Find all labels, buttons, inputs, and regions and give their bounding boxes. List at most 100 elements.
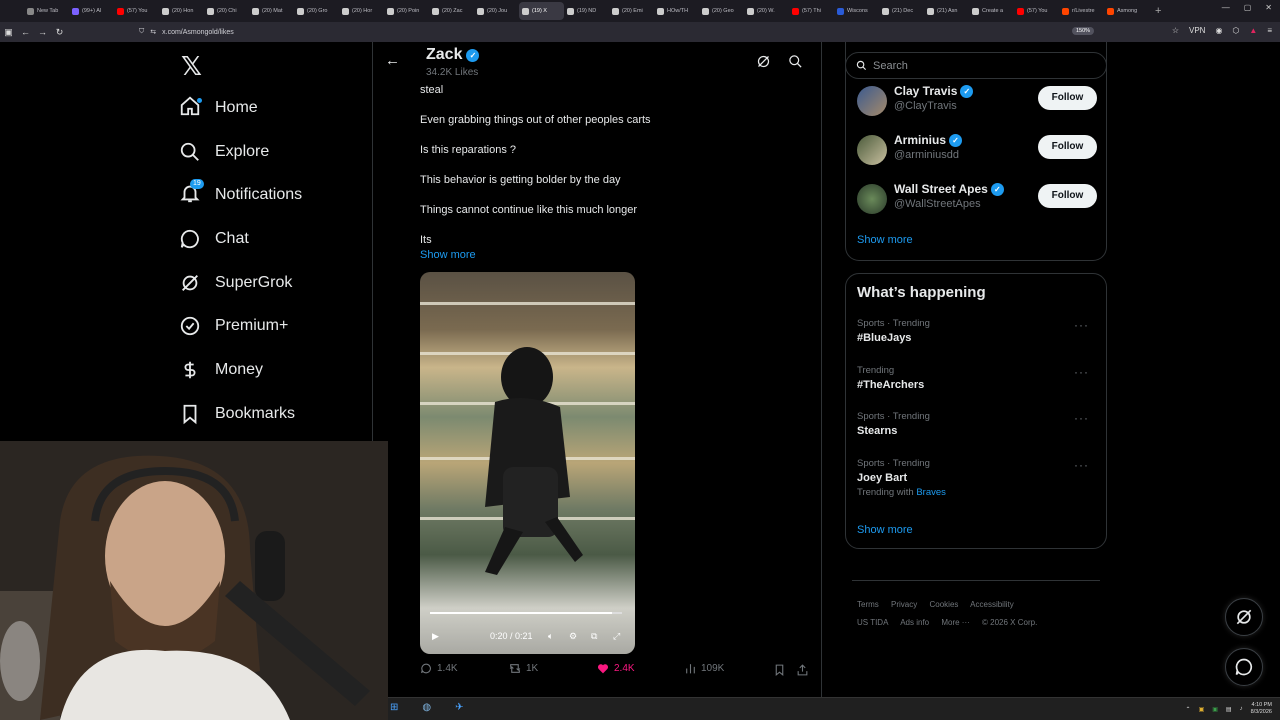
post-show-more-link[interactable]: Show more bbox=[420, 249, 476, 261]
more-options-icon[interactable]: ··· bbox=[1074, 458, 1089, 472]
tray-app-icon[interactable]: ▣ bbox=[1199, 706, 1205, 713]
browser-tab[interactable]: HOw/TH bbox=[654, 2, 699, 20]
nav-supergrok[interactable]: SuperGrok bbox=[179, 267, 292, 299]
trend-item[interactable]: Sports · Trending Joey Bart Trending wit… bbox=[857, 458, 1097, 508]
chat-fab-button[interactable] bbox=[1225, 648, 1263, 686]
follow-suggestion[interactable]: Clay Travis ✓ @ClayTravis Follow bbox=[857, 82, 1097, 122]
follow-button[interactable]: Follow bbox=[1038, 184, 1097, 208]
browser-tab[interactable]: (20) W. bbox=[744, 2, 789, 20]
browser-tab[interactable]: (20) Jou bbox=[474, 2, 519, 20]
reload-icon[interactable]: ↻ bbox=[51, 27, 68, 38]
account-icon[interactable]: ◉ bbox=[1215, 26, 1222, 35]
volume-icon[interactable]: 🔈︎ bbox=[548, 631, 553, 642]
nav-premium[interactable]: Premium+ bbox=[179, 310, 288, 342]
volume-icon[interactable]: ♪ bbox=[1240, 706, 1243, 712]
grok-icon[interactable] bbox=[756, 54, 771, 69]
x-logo[interactable]: 𝕏 bbox=[181, 52, 202, 82]
grok-fab-button[interactable] bbox=[1225, 598, 1263, 636]
close-icon[interactable]: ✕ bbox=[1265, 3, 1272, 12]
footer-link[interactable]: US TIDA bbox=[857, 618, 888, 627]
play-icon[interactable]: ▶ bbox=[432, 631, 439, 642]
url-bar[interactable]: ⛉ ⇆ x.com/Asmongold/likes bbox=[135, 25, 1115, 39]
follow-suggestion[interactable]: Wall Street Apes ✓ @WallStreetApes Follow bbox=[857, 180, 1097, 220]
search-input[interactable]: Search bbox=[845, 52, 1107, 79]
minimize-icon[interactable]: — bbox=[1222, 3, 1230, 12]
follow-button[interactable]: Follow bbox=[1038, 135, 1097, 159]
search-icon[interactable] bbox=[788, 54, 803, 69]
avatar[interactable] bbox=[857, 135, 887, 165]
browser-tab[interactable]: r/Livestre bbox=[1059, 2, 1104, 20]
footer-link[interactable]: More ··· bbox=[941, 618, 969, 627]
reply-button[interactable]: 1.4K bbox=[420, 662, 458, 675]
footer-link[interactable]: Terms bbox=[857, 600, 879, 609]
extensions-icon[interactable]: ⬡ bbox=[1232, 26, 1239, 35]
trends-show-more-link[interactable]: Show more bbox=[857, 524, 913, 536]
browser-tab[interactable]: (57) You bbox=[1014, 2, 1059, 20]
post-video[interactable]: ▶ 0:20 / 0:21 🔈︎ ⚙ ⧉ ⤢ bbox=[420, 272, 635, 654]
like-button[interactable]: 2.4K bbox=[596, 662, 635, 675]
more-options-icon[interactable]: ··· bbox=[1074, 411, 1089, 425]
settings-icon[interactable]: ⚙ bbox=[569, 631, 577, 642]
browser-tab[interactable]: (21) Dec bbox=[879, 2, 924, 20]
browser-tab[interactable]: (99+) Al bbox=[69, 2, 114, 20]
browser-tab[interactable]: (20) Hon bbox=[159, 2, 204, 20]
browser-tab[interactable]: Wiscons bbox=[834, 2, 879, 20]
back-icon[interactable]: ← bbox=[17, 27, 34, 37]
browser-tab[interactable]: (20) Geo bbox=[699, 2, 744, 20]
new-tab-button[interactable]: + bbox=[1155, 5, 1161, 17]
browser-tab[interactable]: (21) Asn bbox=[924, 2, 969, 20]
trend-item[interactable]: Trending #TheArchers ··· bbox=[857, 365, 1097, 405]
network-icon[interactable]: ▤ bbox=[1226, 706, 1232, 713]
share-icon[interactable] bbox=[796, 663, 809, 677]
back-arrow-icon[interactable]: ← bbox=[385, 52, 400, 69]
steam-icon[interactable]: ◍ bbox=[422, 702, 431, 713]
browser-tab[interactable]: (20) Gro bbox=[294, 2, 339, 20]
trend-item[interactable]: Sports · Trending #BlueJays ··· bbox=[857, 318, 1097, 358]
app-icon[interactable]: ✈ bbox=[455, 702, 463, 713]
footer-link[interactable]: Accessibility bbox=[970, 600, 1014, 609]
browser-tab[interactable]: (20) Mat bbox=[249, 2, 294, 20]
trending-with-link[interactable]: Braves bbox=[916, 487, 946, 498]
footer-link[interactable]: Privacy bbox=[891, 600, 917, 609]
vpn-button[interactable]: VPN bbox=[1189, 26, 1205, 35]
browser-tab[interactable]: (19) X bbox=[519, 2, 564, 20]
menu-icon[interactable]: ≡ bbox=[1267, 26, 1272, 35]
bookmark-icon[interactable] bbox=[773, 663, 786, 677]
trend-item[interactable]: Sports · Trending Stearns ··· bbox=[857, 411, 1097, 451]
repost-button[interactable]: 1K bbox=[508, 662, 538, 675]
nav-explore[interactable]: Explore bbox=[179, 136, 269, 168]
system-clock[interactable]: 4:10 PM 8/3/2026 bbox=[1251, 702, 1272, 716]
avatar[interactable] bbox=[857, 184, 887, 214]
maximize-icon[interactable]: ▢ bbox=[1244, 3, 1252, 12]
forward-icon[interactable]: → bbox=[34, 27, 51, 37]
follow-show-more-link[interactable]: Show more bbox=[857, 234, 913, 246]
browser-tab[interactable]: (57) You bbox=[114, 2, 159, 20]
tray-app-icon[interactable]: ▣ bbox=[1212, 706, 1218, 713]
views-button[interactable]: 109K bbox=[684, 662, 724, 675]
browser-tab[interactable]: (20) Chi bbox=[204, 2, 249, 20]
nav-notifications[interactable]: 19 Notifications bbox=[179, 178, 302, 211]
footer-link[interactable]: Ads info bbox=[900, 618, 929, 627]
tray-expand-icon[interactable]: ⌃ bbox=[1186, 706, 1191, 713]
browser-tab[interactable]: (20) Poin bbox=[384, 2, 429, 20]
star-icon[interactable]: ☆ bbox=[1172, 26, 1179, 35]
zoom-level[interactable]: 150% bbox=[1072, 27, 1095, 35]
browser-tab[interactable]: (19) ND bbox=[564, 2, 609, 20]
fullscreen-icon[interactable]: ⤢ bbox=[613, 631, 620, 642]
nav-home[interactable]: Home bbox=[179, 92, 258, 124]
nav-bookmarks[interactable]: Bookmarks bbox=[179, 398, 295, 430]
avatar[interactable] bbox=[857, 86, 887, 116]
browser-tab[interactable]: (20) Hor bbox=[339, 2, 384, 20]
browser-tab[interactable]: (57) Thi bbox=[789, 2, 834, 20]
more-options-icon[interactable]: ··· bbox=[1074, 365, 1089, 379]
pip-icon[interactable]: ⧉ bbox=[591, 631, 597, 642]
browser-tab[interactable]: (20) Zac bbox=[429, 2, 474, 20]
follow-button[interactable]: Follow bbox=[1038, 86, 1097, 110]
footer-link[interactable]: Cookies bbox=[929, 600, 958, 609]
video-progress-track[interactable] bbox=[430, 612, 622, 614]
nav-money[interactable]: Money bbox=[179, 354, 263, 386]
browser-tab[interactable]: (20) Emi bbox=[609, 2, 654, 20]
sidebar-toggle-icon[interactable]: ▣ bbox=[0, 27, 17, 38]
windows-start-icon[interactable]: ⊞ bbox=[390, 702, 398, 713]
browser-tab[interactable]: Asmong bbox=[1104, 2, 1149, 20]
